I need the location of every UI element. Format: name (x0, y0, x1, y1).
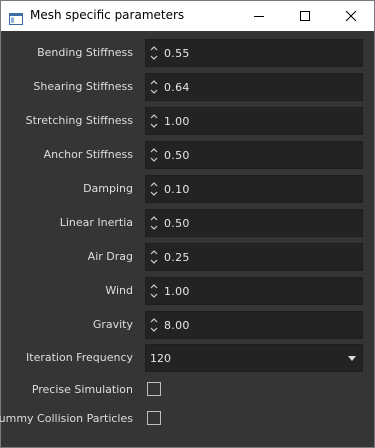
chevron-down-icon (348, 356, 356, 361)
spin-arrows-icon[interactable] (149, 43, 159, 63)
spinbox-value: 0.50 (164, 149, 190, 162)
dummy-collision-particles-label: Dummy Collision Particles (0, 412, 133, 425)
spin-arrows-icon[interactable] (149, 77, 159, 97)
bending-stiffness-spinbox[interactable]: 0.55 (145, 39, 363, 67)
param-row-gravity: Gravity 8.00 (1, 311, 374, 339)
spin-arrows-icon[interactable] (149, 281, 159, 301)
param-label: Stretching Stiffness (25, 114, 133, 127)
param-row-air-drag: Air Drag 0.25 (1, 243, 374, 271)
maximize-button[interactable] (282, 1, 328, 31)
param-label: Gravity (92, 318, 133, 331)
wind-spinbox[interactable]: 1.00 (145, 277, 363, 305)
app-icon (9, 10, 23, 25)
precise-simulation-checkbox[interactable] (147, 382, 161, 396)
iteration-frequency-dropdown[interactable]: 120 (145, 344, 363, 372)
param-label: Bending Stiffness (37, 46, 133, 59)
damping-spinbox[interactable]: 0.10 (145, 175, 363, 203)
minimize-icon (254, 16, 264, 17)
param-row-anchor-stiffness: Anchor Stiffness 0.50 (1, 141, 374, 169)
spin-arrows-icon[interactable] (149, 247, 159, 267)
param-label: Air Drag (87, 250, 133, 263)
param-row-stretching-stiffness: Stretching Stiffness 1.00 (1, 107, 374, 135)
stretching-stiffness-spinbox[interactable]: 1.00 (145, 107, 363, 135)
close-button[interactable] (328, 1, 374, 31)
air-drag-spinbox[interactable]: 0.25 (145, 243, 363, 271)
param-label: Anchor Stiffness (43, 148, 133, 161)
spinbox-value: 0.10 (164, 183, 190, 196)
spinbox-value: 0.64 (164, 81, 190, 94)
param-label: Shearing Stiffness (33, 80, 133, 93)
param-row-dummy-collision-particles: Dummy Collision Particles (0, 405, 374, 433)
param-row-linear-inertia: Linear Inertia 0.50 (1, 209, 374, 237)
dialog-window: Mesh specific parameters Bending Stiffne… (0, 0, 375, 448)
spinbox-value: 0.55 (164, 47, 190, 60)
spin-arrows-icon[interactable] (149, 315, 159, 335)
minimize-button[interactable] (236, 1, 282, 31)
precise-simulation-label: Precise Simulation (31, 383, 133, 396)
linear-inertia-spinbox[interactable]: 0.50 (145, 209, 363, 237)
param-label: Wind (105, 284, 133, 297)
spin-arrows-icon[interactable] (149, 111, 159, 131)
dropdown-selected-value: 120 (150, 352, 171, 365)
window-title: Mesh specific parameters (30, 8, 185, 22)
param-label: Linear Inertia (59, 216, 133, 229)
spin-arrows-icon[interactable] (149, 145, 159, 165)
param-row-precise-simulation: Precise Simulation (1, 376, 374, 404)
title-bar[interactable]: Mesh specific parameters (1, 1, 374, 31)
param-row-iteration-frequency: Iteration Frequency 120 (1, 344, 374, 372)
param-row-wind: Wind 1.00 (1, 277, 374, 305)
spinbox-value: 0.50 (164, 217, 190, 230)
spin-arrows-icon[interactable] (149, 213, 159, 233)
param-row-bending-stiffness: Bending Stiffness 0.55 (1, 39, 374, 67)
maximize-icon (300, 11, 310, 21)
close-icon (345, 10, 357, 22)
dummy-collision-particles-checkbox[interactable] (147, 411, 161, 425)
iteration-frequency-label: Iteration Frequency (26, 351, 133, 364)
parameters-form: Bending Stiffness 0.55 Shearing Stiffnes… (0, 31, 374, 447)
spinbox-value: 8.00 (164, 319, 190, 332)
spinbox-value: 1.00 (164, 115, 190, 128)
param-row-shearing-stiffness: Shearing Stiffness 0.64 (1, 73, 374, 101)
anchor-stiffness-spinbox[interactable]: 0.50 (145, 141, 363, 169)
param-label: Damping (83, 182, 133, 195)
param-row-damping: Damping 0.10 (1, 175, 374, 203)
spinbox-value: 0.25 (164, 251, 190, 264)
shearing-stiffness-spinbox[interactable]: 0.64 (145, 73, 363, 101)
spinbox-value: 1.00 (164, 285, 190, 298)
spin-arrows-icon[interactable] (149, 179, 159, 199)
gravity-spinbox[interactable]: 8.00 (145, 311, 363, 339)
